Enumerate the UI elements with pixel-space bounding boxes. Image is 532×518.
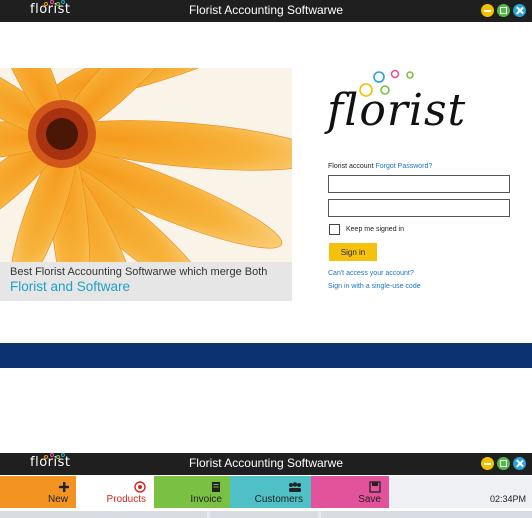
products-icon [134,481,146,493]
keep-signed-in-label: Keep me signed in [346,226,404,233]
minimize-icon[interactable] [481,4,494,17]
forgot-password-link[interactable]: Forgot Password? [375,163,432,170]
tab-invoice[interactable]: Invoice [154,476,230,508]
tab-customers[interactable]: Customers [230,476,311,508]
account-label-text: Florist account [328,163,374,170]
single-use-code-link[interactable]: Sign in with a single-use code [328,283,421,290]
keep-signed-in-checkbox[interactable] [329,224,340,235]
tab-save-label: Save [358,494,381,505]
tab-products-label: Products [106,494,146,505]
invoice-icon [212,482,220,492]
tab-new-label: New [47,494,68,505]
hero-caption: Best Florist Accounting Softwarwe which … [0,262,292,301]
hero-headline: Florist and Software [10,279,131,294]
florist-logo-text: florist [327,85,467,136]
plus-icon [59,482,69,492]
cant-access-link[interactable]: Can't access your account? [328,270,414,277]
hero-tagline: Best Florist Accounting Softwarwe which … [10,266,268,278]
tab-new[interactable]: New [0,476,76,508]
close-icon[interactable] [513,457,526,470]
window-controls [481,4,526,17]
window-title-2: Florist Accounting Softwarwe [188,456,344,470]
footer-band [0,343,532,368]
flower-image [0,68,292,262]
signin-button[interactable]: Sign in [329,243,377,261]
title-bar-2: florist Florist Accounting Softwarwe [0,453,532,475]
tab-invoice-label: Invoice [190,494,222,505]
content-strip [0,511,532,518]
login-account-label: Florist account Forgot Password? [328,163,432,170]
main-toolbar: New Products Invoice Customers Save [0,476,532,508]
window-controls-2 [481,457,526,470]
customers-icon [289,482,301,492]
username-input[interactable] [328,175,510,193]
close-icon[interactable] [513,4,526,17]
save-icon [369,481,381,493]
minimize-icon[interactable] [481,457,494,470]
maximize-icon[interactable] [497,457,510,470]
tab-products[interactable]: Products [76,476,154,508]
window-title: Florist Accounting Softwarwe [188,3,344,17]
password-input[interactable] [328,199,510,217]
tab-customers-label: Customers [254,494,303,505]
florist-logo: florist [327,68,465,140]
clock-time: 02:34PM [489,494,526,504]
hero-panel: Best Florist Accounting Softwarwe which … [0,68,292,301]
maximize-icon[interactable] [497,4,510,17]
tab-save[interactable]: Save [311,476,389,508]
title-bar: florist Florist Accounting Softwarwe [0,0,532,22]
